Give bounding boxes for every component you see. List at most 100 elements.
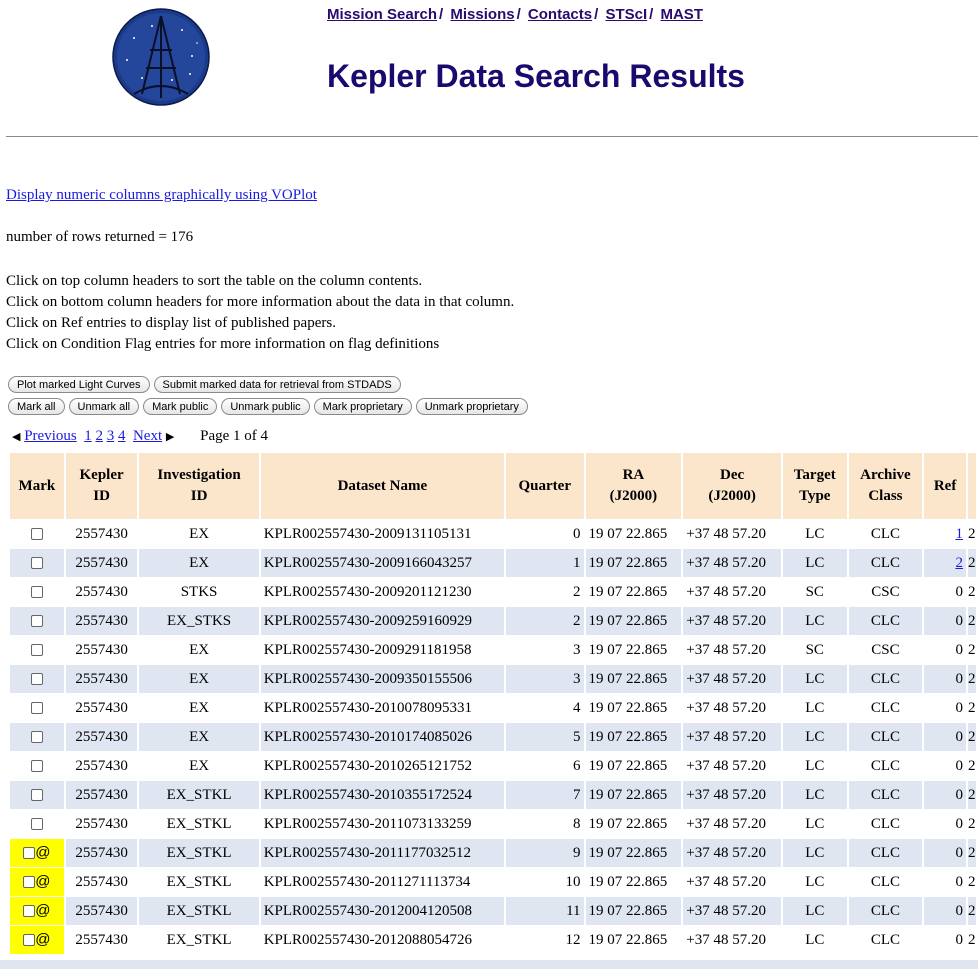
- col-ref[interactable]: Ref: [924, 453, 966, 519]
- unmark-all-button[interactable]: Unmark all: [68, 398, 140, 415]
- target-type-cell: SC: [782, 578, 847, 606]
- ref-cell: 0: [924, 897, 966, 925]
- archive-class-cell: CLC: [848, 549, 923, 577]
- nav-stsci[interactable]: STScI: [605, 6, 647, 23]
- mark-checkbox[interactable]: [30, 789, 43, 802]
- instruction-line: Click on bottom column headers for more …: [6, 294, 515, 310]
- mark-checkbox[interactable]: [30, 528, 43, 541]
- ref-cell: 0: [924, 752, 966, 780]
- mark-checkbox[interactable]: [30, 615, 43, 628]
- mark-checkbox[interactable]: [23, 934, 36, 947]
- voplot-link[interactable]: Display numeric columns graphically usin…: [6, 187, 317, 204]
- investigation-id-cell: EX: [139, 665, 259, 693]
- table-row: 2557430 EX_STKL KPLR002557430-201035517252…: [10, 781, 976, 809]
- ref-link[interactable]: 2: [955, 555, 963, 571]
- mark-cell[interactable]: @: [10, 926, 64, 954]
- target-type-cell: LC: [782, 752, 847, 780]
- page-link-1[interactable]: 1: [84, 428, 92, 444]
- mark-all-button[interactable]: Mark all: [8, 398, 65, 415]
- mark-proprietary-button[interactable]: Mark proprietary: [313, 398, 412, 415]
- mark-checkbox[interactable]: [30, 760, 43, 773]
- mark-checkbox[interactable]: [30, 731, 43, 744]
- mark-cell[interactable]: [10, 694, 64, 722]
- table-row: 2557430 EX KPLR002557430-2009350155506 3 19 …: [10, 665, 976, 693]
- archive-class-cell: CSC: [848, 636, 923, 664]
- page-link-3[interactable]: 3: [107, 428, 115, 444]
- mark-checkbox[interactable]: [30, 644, 43, 657]
- unmark-public-button[interactable]: Unmark public: [221, 398, 310, 415]
- col-quarter[interactable]: Quarter: [505, 453, 584, 519]
- next-link[interactable]: Next: [133, 428, 162, 444]
- mark-checkbox[interactable]: [23, 905, 36, 918]
- mark-checkbox[interactable]: [23, 847, 36, 860]
- col-dataset-name[interactable]: Dataset Name: [260, 453, 504, 519]
- ref-cell: 0: [924, 723, 966, 751]
- mark-cell[interactable]: @: [10, 897, 64, 925]
- nav-missions[interactable]: Missions: [450, 6, 514, 23]
- page-link-4[interactable]: 4: [118, 428, 126, 444]
- mark-cell[interactable]: [10, 520, 64, 548]
- mark-cell[interactable]: [10, 781, 64, 809]
- mark-cell[interactable]: @: [10, 868, 64, 896]
- nav-mission-search[interactable]: Mission Search: [327, 6, 437, 23]
- nav-mast[interactable]: MAST: [660, 6, 703, 23]
- page-link-2[interactable]: 2: [95, 428, 103, 444]
- archive-class-cell: CLC: [848, 607, 923, 635]
- mark-cell[interactable]: [10, 607, 64, 635]
- mark-cell[interactable]: [10, 810, 64, 838]
- dataset-name-cell: KPLR002557430-2009131105131: [260, 520, 504, 548]
- mark-cell[interactable]: [10, 549, 64, 577]
- col-archive-class[interactable]: Archive Class: [848, 453, 923, 519]
- mark-checkbox[interactable]: [30, 586, 43, 599]
- mark-cell[interactable]: [10, 665, 64, 693]
- submit-retrieval-button[interactable]: Submit marked data for retrieval from ST…: [153, 376, 401, 393]
- col-target-type[interactable]: Target Type: [782, 453, 847, 519]
- table-row: 2557430 EX_STKL KPLR002557430-201107313325…: [10, 810, 976, 838]
- col-mark[interactable]: Mark: [10, 453, 64, 519]
- mark-public-button[interactable]: Mark public: [143, 398, 218, 415]
- ra-cell: 19 07 22.865: [585, 694, 682, 722]
- previous-arrow-icon[interactable]: ◀: [12, 431, 20, 443]
- nav-contacts[interactable]: Contacts: [528, 6, 592, 23]
- col-ra[interactable]: RA (J2000): [585, 453, 682, 519]
- ref-cell[interactable]: 2: [924, 549, 966, 577]
- mark-cell[interactable]: @: [10, 839, 64, 867]
- col-kepler-id[interactable]: Kepler ID: [65, 453, 138, 519]
- previous-link[interactable]: Previous: [24, 428, 77, 444]
- quarter-cell: 12: [505, 926, 584, 954]
- ref-cell[interactable]: 1: [924, 520, 966, 548]
- mark-cell[interactable]: [10, 636, 64, 664]
- overflow-cell: 2: [967, 926, 976, 954]
- mark-cell[interactable]: [10, 578, 64, 606]
- col-investigation-id[interactable]: Investigation ID: [139, 453, 259, 519]
- ref-cell: 0: [924, 926, 966, 954]
- archive-class-cell: CLC: [848, 897, 923, 925]
- unmark-proprietary-button[interactable]: Unmark proprietary: [415, 398, 528, 415]
- target-type-cell: LC: [782, 607, 847, 635]
- overflow-cell: 2: [967, 578, 976, 606]
- mark-checkbox[interactable]: [30, 673, 43, 686]
- investigation-id-cell: EX_STKL: [139, 926, 259, 954]
- overflow-cell: 2: [967, 752, 976, 780]
- mark-checkbox[interactable]: [30, 557, 43, 570]
- mark-cell[interactable]: [10, 752, 64, 780]
- target-type-cell: LC: [782, 520, 847, 548]
- mark-cell[interactable]: [10, 723, 64, 751]
- table-row: 2557430 EX KPLR002557430-2009131105131 0 19 …: [10, 520, 976, 548]
- mark-checkbox[interactable]: [23, 876, 36, 889]
- dataset-name-cell: KPLR002557430-2010355172524: [260, 781, 504, 809]
- investigation-id-cell: EX_STKS: [139, 607, 259, 635]
- plot-light-curves-button[interactable]: Plot marked Light Curves: [8, 376, 150, 393]
- mark-checkbox[interactable]: [30, 818, 43, 831]
- ra-cell: 19 07 22.865: [585, 868, 682, 896]
- ref-cell: 0: [924, 839, 966, 867]
- dataset-name-cell: KPLR002557430-2011073133259: [260, 810, 504, 838]
- kepler-id-cell: 2557430: [65, 636, 138, 664]
- mark-checkbox[interactable]: [30, 702, 43, 715]
- dataset-name-cell: KPLR002557430-2011177032512: [260, 839, 504, 867]
- kepler-id-cell: 2557430: [65, 839, 138, 867]
- next-arrow-icon[interactable]: ▶: [166, 431, 174, 443]
- col-dec[interactable]: Dec (J2000): [683, 453, 781, 519]
- ref-link[interactable]: 1: [955, 526, 963, 542]
- target-type-cell: LC: [782, 897, 847, 925]
